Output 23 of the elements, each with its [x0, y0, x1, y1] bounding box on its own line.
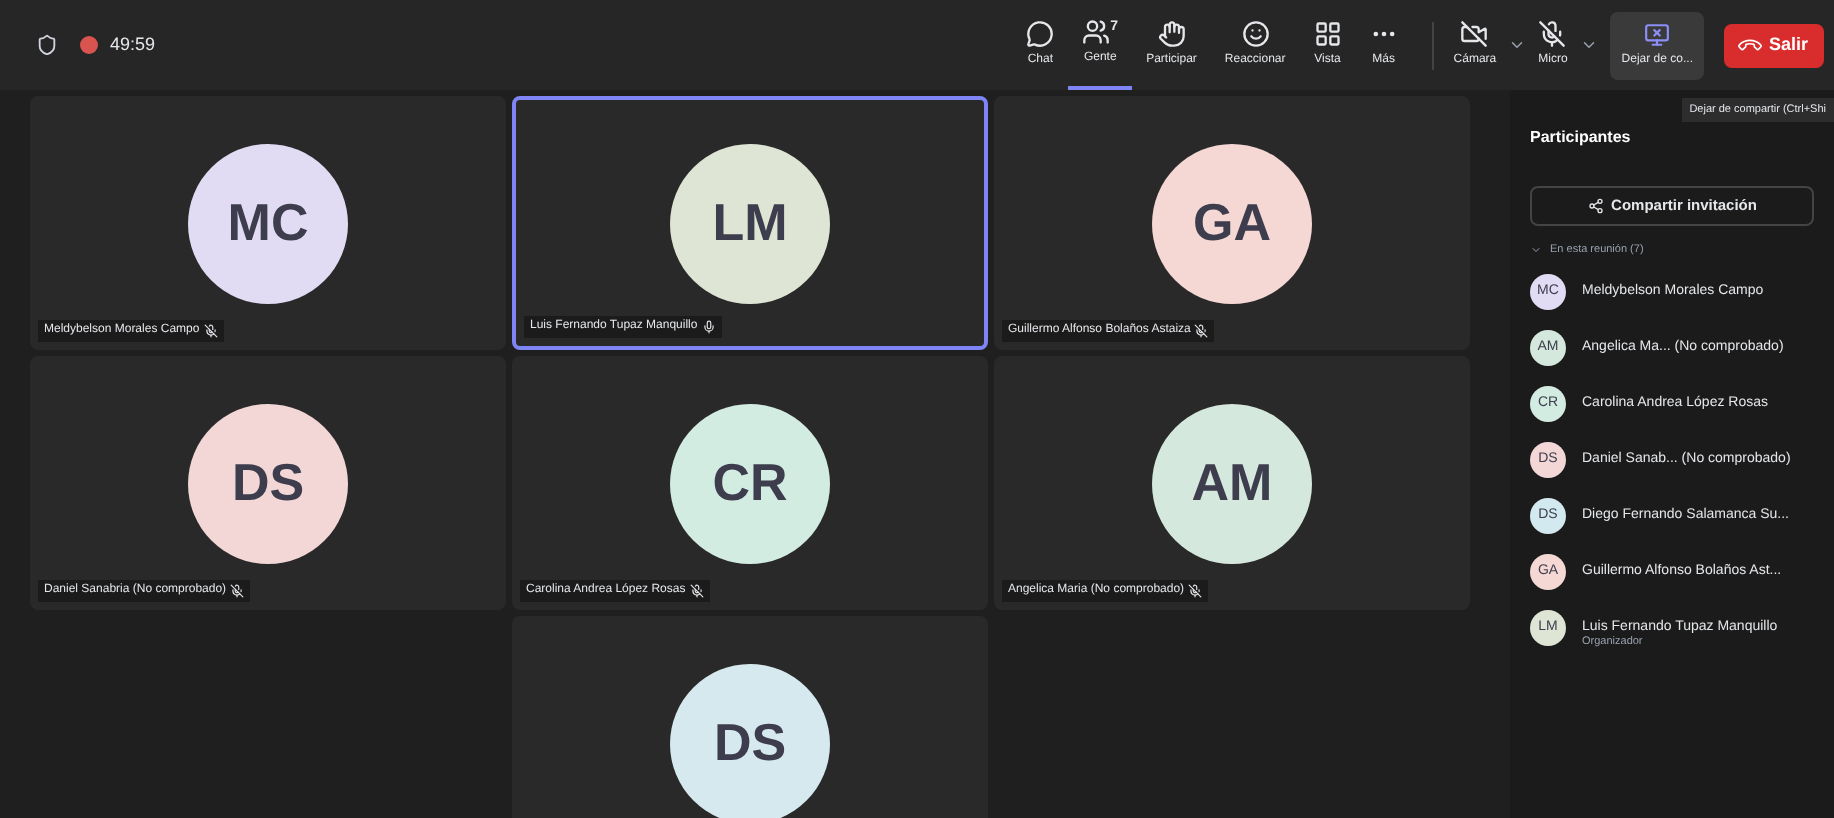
meeting-timer: 49:59 — [110, 31, 156, 58]
avatar: GA — [1152, 143, 1312, 303]
chevron-icon[interactable] — [1579, 36, 1598, 54]
hand-icon — [1157, 20, 1186, 48]
shield-icon — [36, 34, 58, 56]
chevron-icon — [1530, 244, 1542, 257]
stop-share-icon — [1644, 21, 1671, 47]
chevron-icon[interactable] — [1508, 36, 1527, 54]
avatar: AM — [1152, 403, 1312, 563]
chat-icon — [1026, 20, 1055, 48]
camera-off-icon — [1460, 20, 1489, 48]
avatar: DS — [670, 663, 830, 818]
avatar: CR — [670, 403, 830, 563]
avatar: LM — [670, 143, 830, 303]
smiley-icon — [1241, 20, 1270, 48]
panel-title: Participantes — [1530, 126, 1633, 150]
mic-off-icon — [1538, 20, 1567, 48]
grid-icon — [1313, 20, 1342, 48]
avatar: DS — [188, 403, 348, 563]
share-icon — [1587, 198, 1604, 214]
people-icon — [1082, 18, 1111, 46]
avatar: MC — [188, 143, 348, 303]
leave-button[interactable]: Salir — [1724, 23, 1824, 67]
